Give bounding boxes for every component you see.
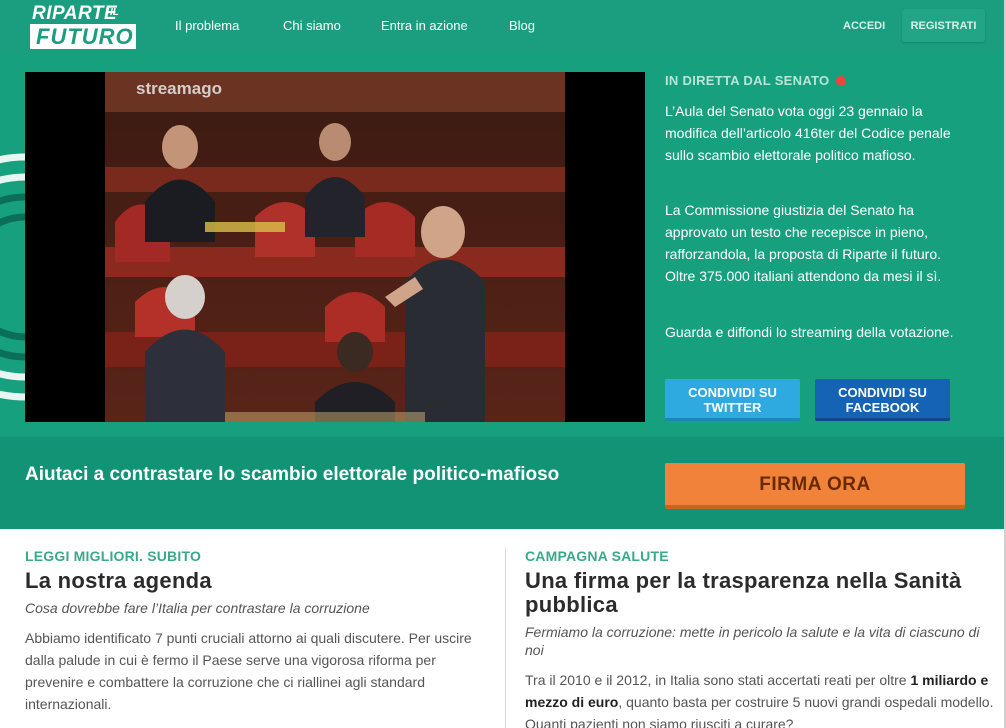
logo-line-2: FUTURO (30, 24, 136, 49)
article-kicker: LEGGI MIGLIORI. SUBITO (25, 548, 202, 564)
nav-il-problema[interactable]: Il problema (175, 18, 239, 33)
live-label: IN DIRETTA DAL SENATO (665, 73, 847, 88)
share-facebook-button[interactable]: CONDIVIDI SU FACEBOOK (815, 379, 950, 421)
article-body-prefix: Tra il 2010 e il 2012, in Italia sono st… (525, 672, 911, 688)
nav-chi-siamo[interactable]: Chi siamo (283, 18, 341, 33)
live-label-text: IN DIRETTA DAL SENATO (665, 73, 830, 88)
hero-paragraph-3: Guarda e diffondi lo streaming della vot… (665, 324, 954, 340)
petition-text: Aiutaci a contrastare lo scambio elettor… (25, 464, 560, 485)
hero-paragraph-2: La Commissione giustizia del Senato ha a… (665, 202, 942, 284)
login-link[interactable]: ACCEDI (843, 20, 885, 32)
article-body: Tra il 2010 e il 2012, in Italia sono st… (525, 669, 995, 728)
share-facebook-line1: CONDIVIDI SU (838, 385, 927, 400)
article-agenda: LEGGI MIGLIORI. SUBITO La nostra agenda … (25, 548, 490, 715)
logo-line-1: RIPARTE (32, 3, 118, 24)
hero-paragraph-1: L’Aula del Senato vota oggi 23 gennaio l… (665, 103, 951, 163)
logo-il: IL (110, 7, 119, 18)
share-twitter-line2: TWITTER (703, 400, 762, 415)
article-sanita: CAMPAGNA SALUTE Una firma per la traspar… (525, 548, 995, 728)
article-title[interactable]: La nostra agenda (25, 569, 490, 593)
live-dot-icon (836, 76, 847, 86)
register-button[interactable]: REGISTRATI (902, 9, 985, 42)
riparte-il-futuro-logo[interactable]: RIPARTE IL FUTURO (30, 3, 138, 49)
live-video-player[interactable]: streamago (25, 72, 645, 422)
nav-blog[interactable]: Blog (509, 18, 535, 33)
share-twitter-button[interactable]: CONDIVIDI SU TWITTER (665, 379, 800, 421)
column-divider (505, 548, 506, 728)
video-watermark: streamago (136, 79, 222, 98)
article-kicker: CAMPAGNA SALUTE (525, 548, 669, 564)
senate-video-frame (105, 72, 565, 422)
share-facebook-line2: FACEBOOK (845, 400, 920, 415)
hero-section: streamago IN DIRETTA DAL SENATO L’Aula d… (0, 52, 1006, 437)
article-subtitle: Fermiamo la corruzione: mette in pericol… (525, 624, 980, 658)
article-body: Abbiamo identificato 7 punti cruciali at… (25, 630, 472, 712)
petition-banner: Aiutaci a contrastare lo scambio elettor… (0, 437, 1006, 529)
nav-entra-in-azione[interactable]: Entra in azione (381, 18, 468, 33)
article-title[interactable]: Una firma per la trasparenza nella Sanit… (525, 569, 995, 617)
share-twitter-line1: CONDIVIDI SU (688, 385, 777, 400)
top-navigation-bar: RIPARTE IL FUTURO Il problema Chi siamo … (0, 0, 1006, 52)
article-subtitle: Cosa dovrebbe fare l’Italia per contrast… (25, 600, 370, 616)
sign-now-button[interactable]: FIRMA ORA (665, 463, 965, 509)
